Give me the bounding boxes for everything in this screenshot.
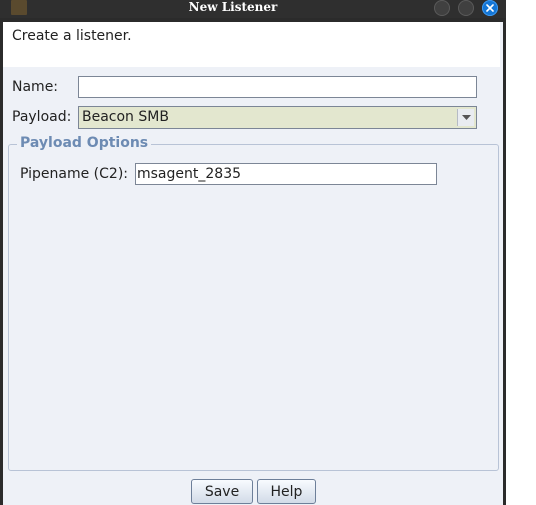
payload-select[interactable]: Beacon SMB	[78, 106, 477, 129]
minimize-button[interactable]	[434, 0, 450, 16]
dialog-body: Create a listener. Name: Payload: Beacon…	[3, 22, 503, 505]
name-input[interactable]	[78, 76, 477, 98]
payload-selected-value: Beacon SMB	[82, 109, 169, 125]
new-listener-window: New Listener Create a listener. Name: Pa…	[0, 0, 506, 505]
maximize-button[interactable]	[458, 0, 474, 16]
pipename-input[interactable]	[135, 163, 437, 185]
payload-options-title: Payload Options	[17, 135, 152, 151]
chevron-down-icon	[462, 115, 471, 120]
window-titlebar[interactable]: New Listener	[0, 0, 506, 18]
help-button[interactable]: Help	[257, 479, 316, 504]
save-button[interactable]: Save	[191, 479, 253, 504]
dialog-banner: Create a listener.	[3, 22, 500, 67]
screen: New Listener Create a listener. Name: Pa…	[0, 0, 536, 505]
payload-label: Payload:	[12, 109, 72, 125]
window-title: New Listener	[188, 0, 278, 14]
close-icon	[486, 4, 494, 12]
pipename-label: Pipename (C2):	[20, 166, 129, 182]
close-button[interactable]	[482, 0, 498, 16]
banner-text: Create a listener.	[12, 28, 132, 44]
name-label: Name:	[12, 79, 59, 95]
payload-dropdown-button[interactable]	[457, 109, 474, 126]
payload-options-group: Payload Options Pipename (C2):	[8, 135, 499, 471]
